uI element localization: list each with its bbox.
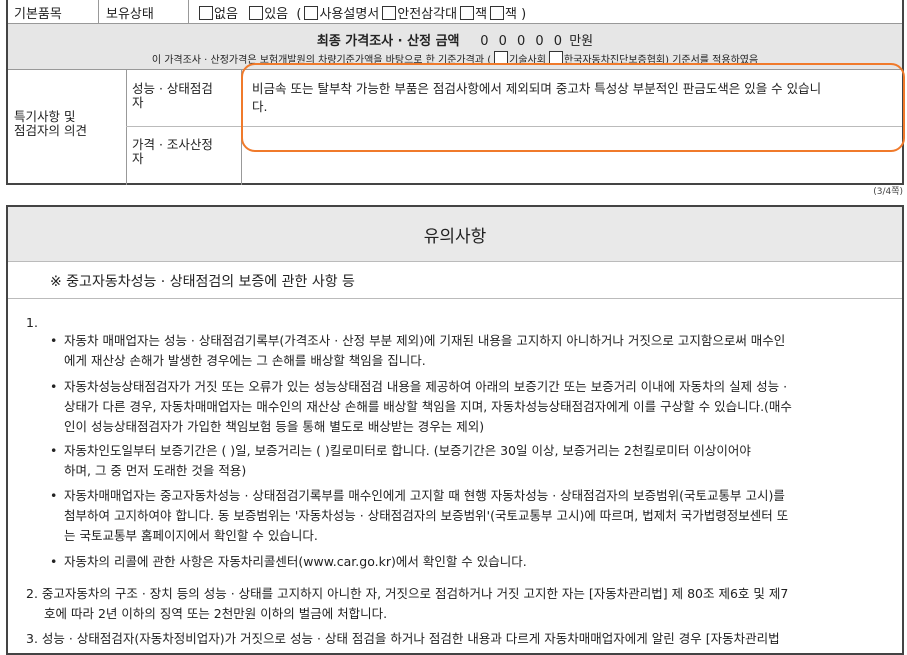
- manual-checkbox[interactable]: [304, 6, 319, 20]
- item-3-line1: 3. 성능 · 상태점검자(자동차정비업자)가 거짓으로 성능 · 상태 점검을…: [26, 631, 780, 646]
- item-2-line2: 호에 따라 2년 이하의 징역 또는 2천만원 이하의 벌금에 처합니다.: [44, 606, 388, 621]
- price-inspector-label: 가격 · 조사산정 자: [132, 137, 213, 166]
- have-checkbox[interactable]: [249, 6, 264, 20]
- bullet: •: [50, 333, 58, 348]
- bullet-2-line1: 자동차성능상태점검자가 거짓 또는 오류가 있는 성능상태점검 내용을 제공하여…: [64, 379, 788, 394]
- basic-items-row: 기본품목 보유상태 없음 있음 (사용설명서 안전삼각대 잭 잭 ): [8, 0, 902, 24]
- bullet-1-line1: 자동차 매매업자는 성능 · 상태점검기록부(가격조사 · 산정 부분 제외)에…: [64, 333, 786, 348]
- bullet-2-line2: 상태가 다른 경우, 자동차매매업자는 매수인의 재산상 손해를 배상할 책임을…: [64, 399, 792, 414]
- opinion-highlight-box: [241, 63, 905, 152]
- final-price-amount: 0 0 0 0 0: [480, 34, 566, 49]
- performance-inspector-label: 성능 · 상태점검 자: [132, 81, 213, 110]
- bullet-1-line2: 에게 재산상 손해가 발생한 경우에는 그 손해를 배상할 책임을 집니다.: [64, 353, 426, 368]
- final-price-unit: 만원: [569, 34, 594, 49]
- bullet: •: [50, 443, 58, 458]
- holding-status-label: 보유상태: [106, 7, 154, 22]
- notice-section: 유의사항 ※ 중고자동차성능 · 상태점검의 보증에 관한 사항 등 1. • …: [6, 205, 904, 655]
- bullet: •: [50, 379, 58, 394]
- final-price-title: 최종 가격조사 · 산정 금액: [316, 34, 460, 49]
- bullet: •: [50, 488, 58, 503]
- notice-title: 유의사항: [8, 207, 902, 262]
- bullet-3-line1: 자동차인도일부터 보증기간은 ( )일, 보증거리는 ( )킬로미터로 합니다.…: [64, 443, 751, 458]
- bullet-2-line3: 인이 성능상태점검자가 가입한 책임보험 등을 통해 별도로 배상받는 경우는 …: [64, 419, 485, 434]
- notice-subtitle: ※ 중고자동차성능 · 상태점검의 보증에 관한 사항 등: [8, 261, 902, 299]
- bullet-4-line3: 는 국토교통부 홈페이지에서 확인할 수 있습니다.: [64, 528, 318, 543]
- holding-options: 없음 있음 (사용설명서 안전삼각대 잭 잭 ): [196, 3, 526, 22]
- bullet-3-line2: 하며, 그 중 먼저 도래한 것을 적용): [64, 463, 247, 478]
- page-number: (3/4쪽): [873, 187, 903, 197]
- jack-checkbox[interactable]: [460, 6, 475, 20]
- bullet-4-line2: 첨부하여 고지하여야 합니다. 동 보증범위는 '자동차성능 · 상태점검자의 …: [64, 508, 789, 523]
- special-notes-label: 특기사항 및 점검자의 의견: [14, 109, 87, 138]
- triangle-checkbox[interactable]: [382, 6, 397, 20]
- bullet: •: [50, 554, 58, 569]
- basic-items-label: 기본품목: [14, 7, 62, 22]
- bullet-4-line1: 자동차매매업자는 중고자동차성능 · 상태점검기록부를 매수인에게 고지할 때 …: [64, 488, 785, 503]
- bullet-5-line1: 자동차의 리콜에 관한 사항은 자동차리콜센터(www.car.go.kr)에서…: [64, 554, 527, 569]
- item-2-line1: 2. 중고자동차의 구조 · 장치 등의 성능 · 상태를 고지하지 아니한 자…: [26, 586, 789, 601]
- jack2-checkbox[interactable]: [490, 6, 505, 20]
- item-number-1: 1.: [26, 315, 38, 330]
- none-checkbox[interactable]: [199, 6, 213, 20]
